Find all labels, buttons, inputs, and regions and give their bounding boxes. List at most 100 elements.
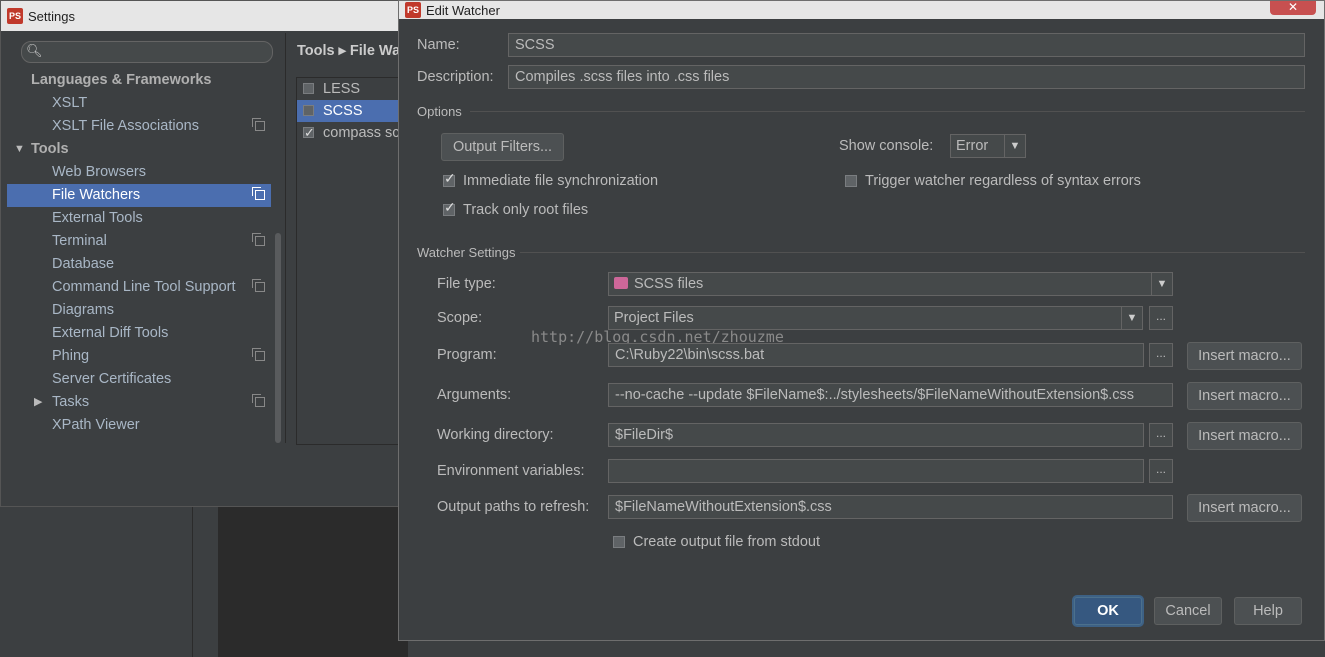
tree-item-languages-frameworks[interactable]: Languages & Frameworks	[7, 69, 271, 92]
immediate-sync-checkbox[interactable]	[443, 170, 456, 187]
options-separator	[470, 111, 1305, 112]
tree-item-label: Database	[52, 256, 115, 272]
project-settings-icon	[252, 233, 265, 246]
create-output-label: Create output file from stdout	[633, 534, 820, 550]
expand-arrow-icon[interactable]: ▼	[14, 138, 25, 161]
settings-tree-pane: 🔍︎ Languages & Frameworks XSLT XSLT File…	[7, 33, 286, 443]
watcher-label: LESS	[323, 81, 361, 97]
tree-item-external-diff-tools[interactable]: External Diff Tools	[7, 322, 271, 345]
program-field[interactable]: C:\Ruby22\bin\scss.bat	[608, 343, 1144, 367]
output-paths-label: Output paths to refresh:	[437, 499, 590, 515]
show-console-select[interactable]: Error ▼	[950, 134, 1026, 158]
tree-item-label: Command Line Tool Support	[52, 279, 236, 295]
tree-item-server-certificates[interactable]: Server Certificates	[7, 368, 271, 391]
tree-item-web-browsers[interactable]: Web Browsers	[7, 161, 271, 184]
watcher-label: compass sc	[323, 125, 398, 141]
close-icon[interactable]: ✕	[1270, 1, 1316, 15]
tree-item-file-watchers[interactable]: File Watchers	[7, 184, 271, 207]
tree-scrollbar[interactable]	[275, 233, 281, 443]
program-insert-macro-button[interactable]: Insert macro...	[1187, 342, 1302, 370]
name-field[interactable]: SCSS	[508, 33, 1305, 57]
tree-item-label: XSLT File Associations	[52, 118, 199, 134]
scope-select[interactable]: Project Files ▼	[608, 306, 1143, 330]
collapse-arrow-icon[interactable]: ▶	[34, 391, 42, 414]
cancel-button[interactable]: Cancel	[1154, 597, 1222, 625]
tree-item-phing[interactable]: Phing	[7, 345, 271, 368]
show-console-label: Show console:	[839, 138, 934, 154]
scope-label: Scope:	[437, 310, 483, 326]
trigger-regardless-checkbox[interactable]	[845, 175, 857, 187]
file-type-value: SCSS files	[634, 276, 704, 292]
tree-item-xslt[interactable]: XSLT	[7, 92, 271, 115]
environment-variables-browse-button[interactable]: ...	[1149, 459, 1173, 483]
watcher-enabled-checkbox[interactable]	[303, 105, 314, 116]
tree-item-label: Tasks	[52, 394, 90, 410]
arguments-label: Arguments:	[437, 387, 512, 403]
scss-file-icon	[614, 277, 628, 289]
tree-item-label: External Diff Tools	[52, 325, 169, 341]
settings-body: 🔍︎ Languages & Frameworks XSLT XSLT File…	[7, 33, 401, 503]
watcher-settings-section-title: Watcher Settings	[417, 245, 516, 260]
tree-item-terminal[interactable]: Terminal	[7, 230, 271, 253]
tree-item-label: XPath Viewer	[52, 417, 140, 433]
immediate-sync-label: Immediate file synchronization	[463, 173, 659, 189]
chevron-down-icon: ▼	[1151, 273, 1172, 295]
description-label: Description:	[417, 69, 494, 85]
watcher-enabled-checkbox[interactable]	[303, 83, 314, 94]
show-console-value: Error	[956, 138, 989, 154]
scope-browse-button[interactable]: ...	[1149, 306, 1173, 330]
tree-item-command-line-tool-support[interactable]: Command Line Tool Support	[7, 276, 271, 299]
arguments-insert-macro-button[interactable]: Insert macro...	[1187, 382, 1302, 410]
working-directory-insert-macro-button[interactable]: Insert macro...	[1187, 422, 1302, 450]
watcher-row-less[interactable]: LESS	[297, 78, 398, 100]
phpstorm-icon: PS	[7, 8, 23, 24]
help-button[interactable]: Help	[1234, 597, 1302, 625]
output-filters-button[interactable]: Output Filters...	[441, 133, 564, 161]
ok-button[interactable]: OK	[1074, 597, 1142, 625]
ide-splitter	[192, 505, 193, 657]
tree-item-xslt-file-associations[interactable]: XSLT File Associations	[7, 115, 271, 138]
breadcrumb: Tools ▸ File Wa	[297, 43, 401, 59]
arguments-field[interactable]: --no-cache --update $FileName$:../styles…	[608, 383, 1173, 407]
watcher-row-scss[interactable]: SCSS	[297, 100, 398, 122]
settings-title: Settings	[28, 8, 75, 24]
output-paths-insert-macro-button[interactable]: Insert macro...	[1187, 494, 1302, 522]
dialog-titlebar: PS Edit Watcher	[399, 1, 1324, 19]
tree-item-tasks[interactable]: ▶ Tasks	[7, 391, 271, 414]
tree-item-xpath-viewer[interactable]: XPath Viewer	[7, 414, 271, 437]
scope-value: Project Files	[614, 310, 694, 326]
tree-item-tools[interactable]: ▼ Tools	[7, 138, 271, 161]
search-icon: 🔍︎	[26, 43, 43, 58]
tree-item-label: XSLT	[52, 95, 88, 111]
description-field[interactable]: Compiles .scss files into .css files	[508, 65, 1305, 89]
settings-tree: Languages & Frameworks XSLT XSLT File As…	[7, 69, 271, 437]
file-type-select[interactable]: SCSS files ▼	[608, 272, 1173, 296]
working-directory-field[interactable]: $FileDir$	[608, 423, 1144, 447]
environment-variables-field[interactable]	[608, 459, 1144, 483]
watcher-row-compass[interactable]: compass sc	[297, 122, 398, 144]
tree-item-label: Terminal	[52, 233, 107, 249]
track-root-label: Track only root files	[463, 202, 589, 218]
tree-item-label: Languages & Frameworks	[31, 72, 212, 88]
settings-window: PS Settings 🔍︎ Languages & Frameworks XS…	[0, 0, 402, 507]
tree-item-label: External Tools	[52, 210, 143, 226]
output-paths-field[interactable]: $FileNameWithoutExtension$.css	[608, 495, 1173, 519]
create-output-checkbox[interactable]	[613, 536, 625, 548]
program-browse-button[interactable]: ...	[1149, 343, 1173, 367]
tree-item-database[interactable]: Database	[7, 253, 271, 276]
settings-search-input[interactable]: 🔍︎	[21, 41, 273, 63]
name-label: Name:	[417, 37, 460, 53]
options-section-title: Options	[417, 104, 462, 119]
dialog-title: Edit Watcher	[426, 2, 500, 18]
ide-editor-area	[218, 505, 408, 657]
watchers-list: LESS SCSS compass sc	[296, 77, 398, 445]
tree-item-diagrams[interactable]: Diagrams	[7, 299, 271, 322]
tree-item-label: Phing	[52, 348, 90, 364]
tree-item-label: Server Certificates	[52, 371, 172, 387]
tree-item-external-tools[interactable]: External Tools	[7, 207, 271, 230]
file-type-label: File type:	[437, 276, 496, 292]
track-root-checkbox[interactable]	[443, 199, 456, 216]
working-directory-browse-button[interactable]: ...	[1149, 423, 1173, 447]
tree-item-label: Web Browsers	[52, 164, 147, 180]
watcher-enabled-checkbox[interactable]	[303, 122, 315, 144]
